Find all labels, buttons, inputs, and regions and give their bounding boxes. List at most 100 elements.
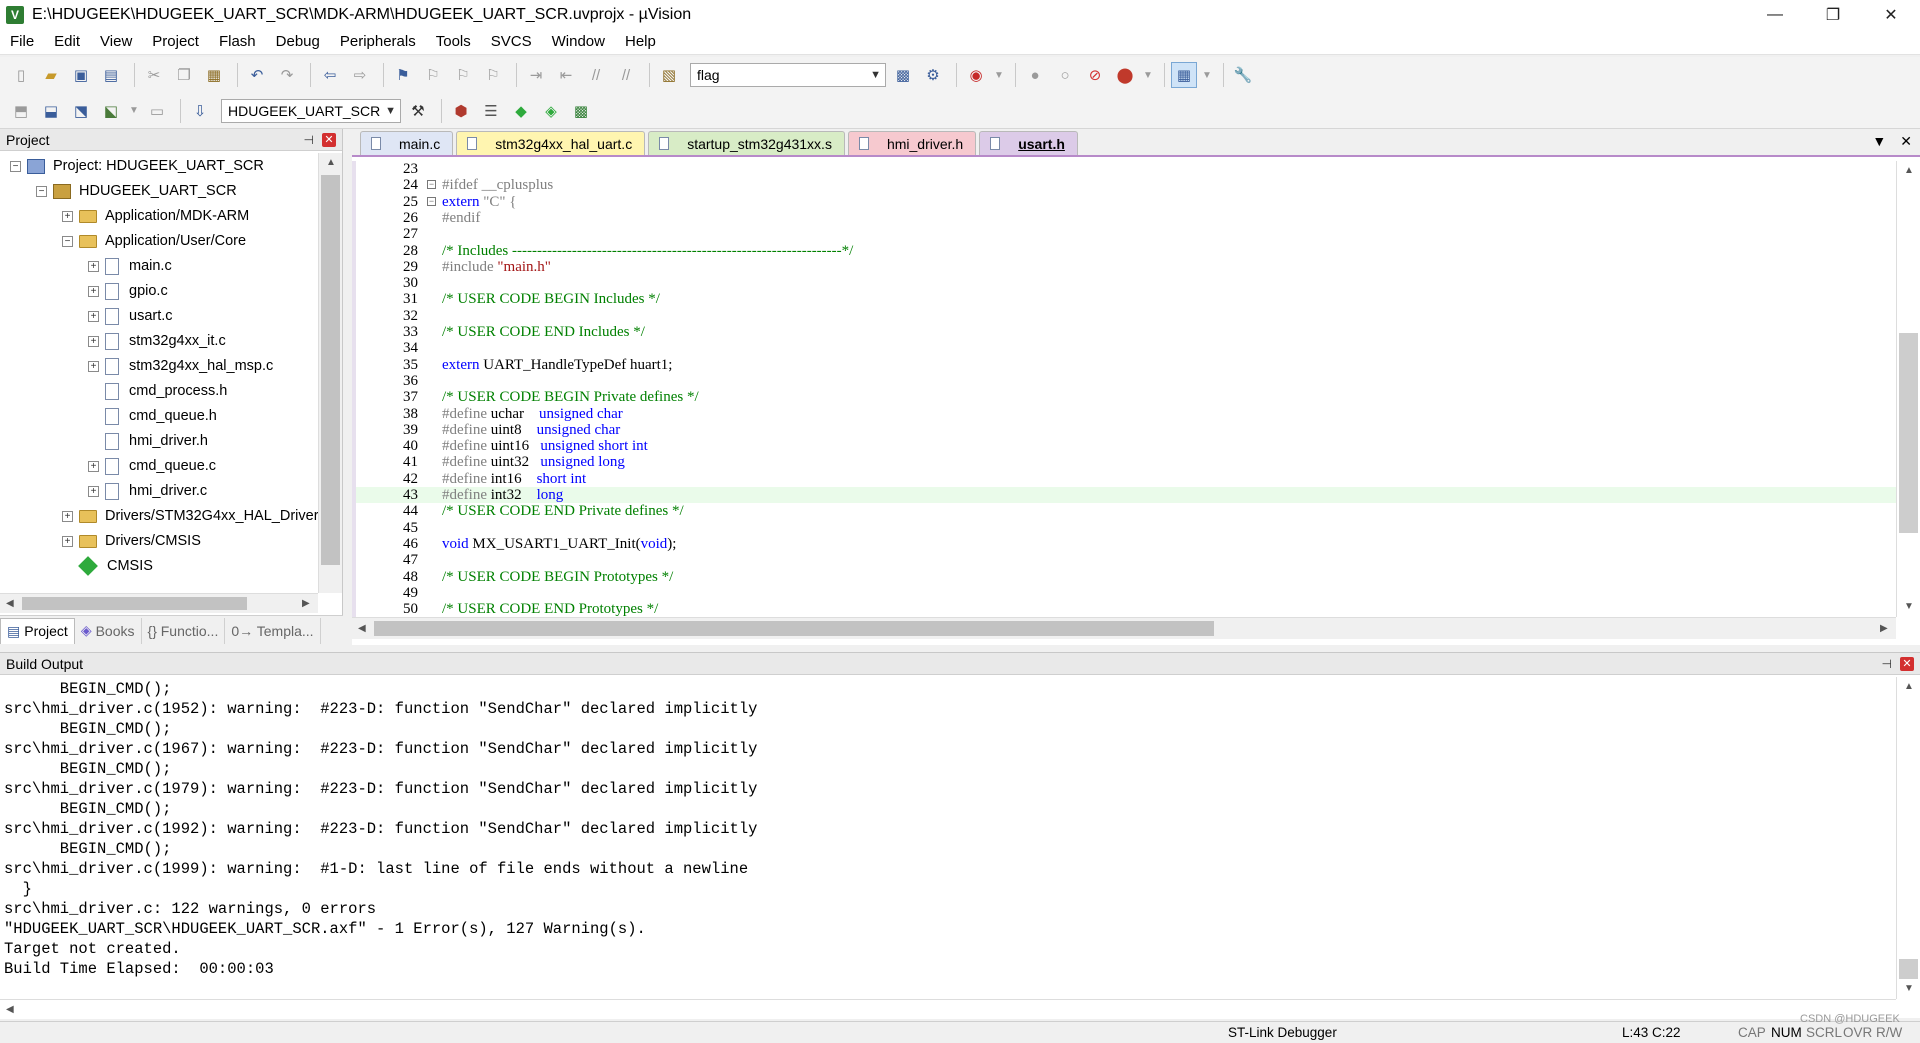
find-in-files-icon[interactable]: ▧ (656, 62, 682, 88)
collapse-icon[interactable]: − (36, 185, 47, 197)
chevron-down-icon[interactable]: ▼ (993, 62, 1005, 88)
expand-icon[interactable]: + (88, 260, 99, 272)
code-line[interactable]: 31 /* USER CODE BEGIN Includes */ (356, 291, 1896, 307)
code-line[interactable]: 49 (356, 585, 1896, 601)
fold-icon[interactable]: − (427, 196, 436, 206)
code-line[interactable]: 47 (356, 552, 1896, 568)
scroll-thumb[interactable] (374, 621, 1214, 636)
comment-icon[interactable]: // (583, 62, 609, 88)
build-output-text[interactable]: BEGIN_CMD(); src\hmi_driver.c(1952): warn… (4, 679, 1884, 997)
tab-templates[interactable]: 0→ Templa... (225, 617, 321, 644)
pin-icon[interactable]: ⊣ (1882, 657, 1892, 671)
chevron-down-icon[interactable]: ▼ (1142, 62, 1154, 88)
pack-installer-icon[interactable]: ◈ (538, 98, 564, 124)
code-line[interactable]: 44 /* USER CODE END Private defines */ (356, 503, 1896, 519)
select-software-packs-icon[interactable]: ▩ (568, 98, 594, 124)
code-line[interactable]: 46 void MX_USART1_UART_Init(void); (356, 536, 1896, 552)
batch-build-icon[interactable]: ⬕ (98, 98, 124, 124)
code-line[interactable]: 32 (356, 308, 1896, 324)
clear-bookmarks-icon[interactable]: ⚐ (480, 62, 506, 88)
code-line[interactable]: 35 extern UART_HandleTypeDef huart1; (356, 357, 1896, 373)
stop-build-icon[interactable]: ▭ (144, 98, 170, 124)
scroll-up-icon[interactable]: ▲ (1904, 165, 1914, 176)
menu-svcs[interactable]: SVCS (481, 33, 542, 50)
scroll-left-icon[interactable]: ◀ (358, 623, 366, 634)
copy-icon[interactable]: ❐ (171, 62, 197, 88)
minimize-button[interactable]: — (1746, 0, 1804, 29)
cut-icon[interactable]: ✂ (141, 62, 167, 88)
tree-node[interactable]: + Drivers/STM32G4xx_HAL_Driver (62, 505, 318, 527)
open-file-icon[interactable]: ▰ (38, 62, 64, 88)
translate-icon[interactable]: ⬒ (8, 98, 34, 124)
code-line[interactable]: 39 #define uint8 unsigned char (356, 422, 1896, 438)
tab-stm32g4xx-hal-uart-c[interactable]: stm32g4xx_hal_uart.c (456, 131, 646, 155)
unindent-icon[interactable]: ⇤ (553, 62, 579, 88)
undo-icon[interactable]: ↶ (244, 62, 270, 88)
expand-icon[interactable]: + (88, 360, 99, 372)
expand-icon[interactable]: + (88, 485, 99, 497)
navigate-forward-icon[interactable]: ⇨ (347, 62, 373, 88)
code-line[interactable]: 26 #endif (356, 210, 1896, 226)
tree-node[interactable]: cmd_process.h (88, 380, 227, 402)
code-line[interactable]: 30 (356, 275, 1896, 291)
code-line[interactable]: 24− #ifdef __cplusplus (356, 177, 1896, 193)
tree-node[interactable]: + main.c (88, 255, 172, 277)
scroll-thumb[interactable] (22, 597, 247, 610)
kill-breakpoints-icon[interactable]: ⬤ (1112, 62, 1138, 88)
tree-node[interactable]: + Drivers/CMSIS (62, 530, 201, 552)
menu-project[interactable]: Project (142, 33, 209, 50)
chevron-down-icon[interactable]: ▼ (128, 98, 140, 124)
expand-icon[interactable]: + (88, 285, 99, 297)
bookmark-icon[interactable]: ⚑ (390, 62, 416, 88)
expand-icon[interactable]: + (62, 535, 73, 547)
code-line[interactable]: 41 #define uint32 unsigned long (356, 454, 1896, 470)
scroll-left-icon[interactable]: ◀ (6, 598, 14, 609)
scroll-left-icon[interactable]: ◀ (6, 1004, 14, 1015)
expand-icon[interactable]: + (88, 460, 99, 472)
manage-runtime-icon[interactable]: ◆ (508, 98, 534, 124)
expand-icon[interactable]: + (88, 335, 99, 347)
project-tree-hscrollbar[interactable]: ◀ ▶ (0, 593, 318, 613)
code-line[interactable]: 23 (356, 161, 1896, 177)
expand-icon[interactable]: + (62, 210, 73, 222)
next-bookmark-icon[interactable]: ⚐ (450, 62, 476, 88)
scroll-down-icon[interactable]: ▼ (1904, 983, 1914, 994)
menu-debug[interactable]: Debug (266, 33, 330, 50)
uncomment-icon[interactable]: // (613, 62, 639, 88)
insert-breakpoint-icon[interactable]: ● (1022, 62, 1048, 88)
target-options-icon[interactable]: ⚒ (405, 98, 431, 124)
file-extensions-icon[interactable]: ☰ (478, 98, 504, 124)
menu-view[interactable]: View (90, 33, 142, 50)
code-line[interactable]: 28 /* Includes --------------------------… (356, 243, 1896, 259)
menu-flash[interactable]: Flash (209, 33, 266, 50)
code-line[interactable]: 48 /* USER CODE BEGIN Prototypes */ (356, 569, 1896, 585)
menu-help[interactable]: Help (615, 33, 666, 50)
tree-node[interactable]: + stm32g4xx_hal_msp.c (88, 355, 273, 377)
tree-node[interactable]: − Application/User/Core (62, 230, 246, 252)
code-line[interactable]: 43 #define int32 long (356, 487, 1896, 504)
code-line[interactable]: 38 #define uchar unsigned char (356, 406, 1896, 422)
scroll-right-icon[interactable]: ▶ (302, 598, 310, 609)
scroll-thumb[interactable] (321, 175, 340, 565)
tree-node[interactable]: + cmd_queue.c (88, 455, 216, 477)
tab-project[interactable]: ▤ Project (0, 617, 75, 644)
tab-functions[interactable]: {} Functio... (142, 617, 226, 644)
code-line[interactable]: 25− extern "C" { (356, 194, 1896, 210)
close-window-button[interactable]: ✕ (1862, 0, 1920, 29)
code-line[interactable]: 34 (356, 340, 1896, 356)
load-download-icon[interactable]: ⇩ (187, 98, 213, 124)
fold-icon[interactable]: − (427, 180, 436, 190)
save-icon[interactable]: ▣ (68, 62, 94, 88)
chevron-down-icon[interactable]: ▼ (1201, 62, 1213, 88)
tree-node[interactable]: + usart.c (88, 305, 173, 327)
tab-list-icon[interactable]: ▼ (1872, 133, 1886, 150)
code-line[interactable]: 40 #define uint16 unsigned short int (356, 438, 1896, 454)
enable-breakpoint-icon[interactable]: ○ (1052, 62, 1078, 88)
scroll-up-icon[interactable]: ▲ (1904, 681, 1914, 692)
scroll-right-icon[interactable]: ▶ (1880, 623, 1888, 634)
close-icon[interactable]: ✕ (1900, 133, 1912, 150)
paste-icon[interactable]: ▦ (201, 62, 227, 88)
code-line[interactable]: 33 /* USER CODE END Includes */ (356, 324, 1896, 340)
code-line[interactable]: 45 (356, 520, 1896, 536)
editor-hscrollbar[interactable]: ◀ ▶ (352, 617, 1896, 639)
